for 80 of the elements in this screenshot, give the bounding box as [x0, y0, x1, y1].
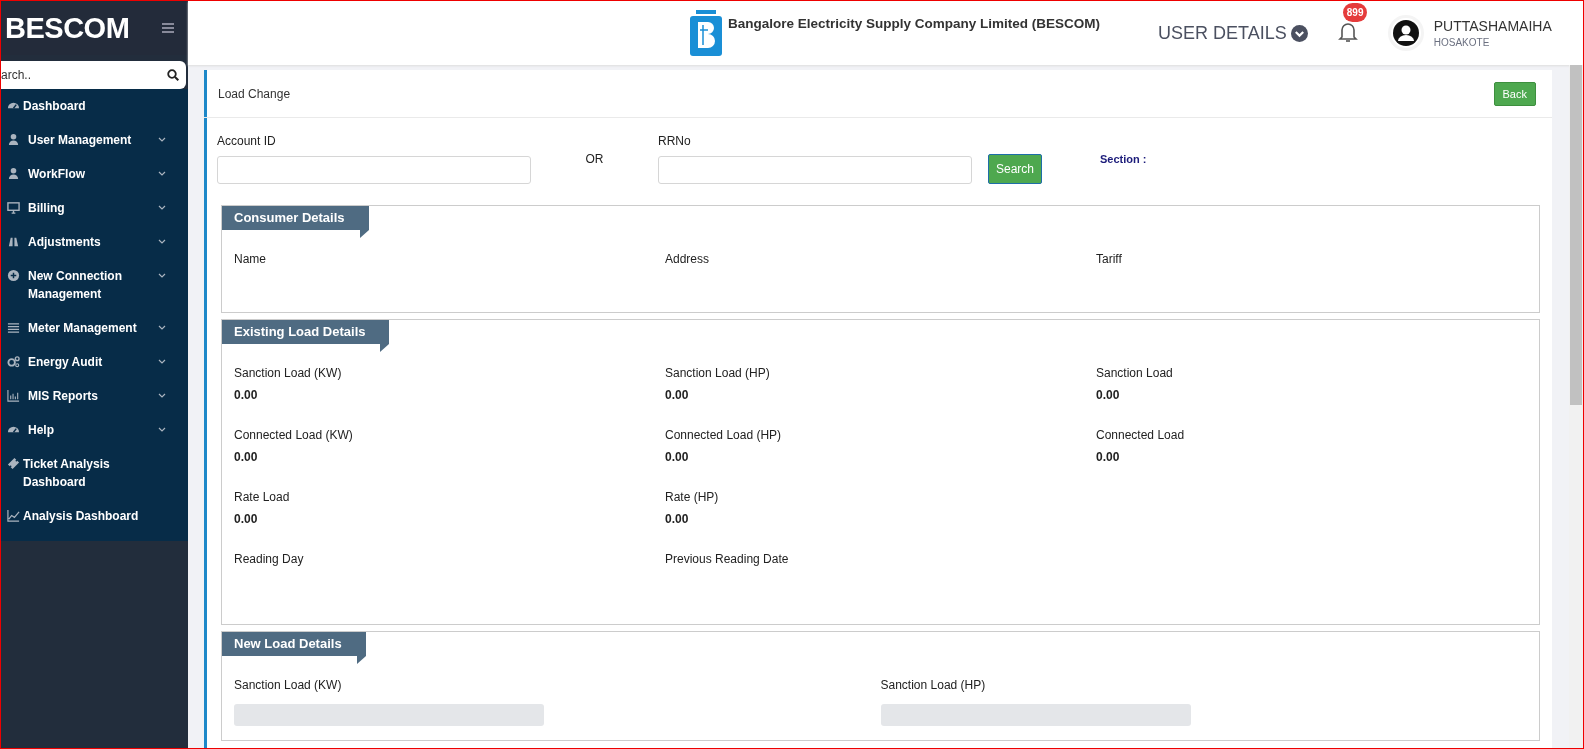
bars-icon [7, 389, 20, 402]
field-label: Connected Load (KW) [234, 428, 354, 442]
field-value: 0.00 [234, 512, 259, 526]
field-value: 0.00 [234, 450, 259, 464]
sidebar-item[interactable]: Analysis Dashboard [1, 499, 188, 533]
fold-icon [356, 656, 366, 664]
sidebar-item[interactable]: Ticket Analysis Dashboard [1, 447, 188, 499]
chevron-down-icon [158, 393, 166, 399]
chevron-down-icon [158, 171, 166, 177]
binoculars-icon [7, 235, 20, 248]
field-value: 0.00 [234, 388, 259, 402]
input-field[interactable] [880, 704, 1191, 726]
ticket-icon [7, 457, 20, 470]
search-field[interactable]: arch.. [1, 61, 186, 89]
brand-title: BESCOM [5, 11, 130, 45]
field-label: Name [234, 252, 267, 266]
notification-badge: 899 [1342, 3, 1368, 22]
sidebar-item[interactable]: WorkFlow [1, 157, 188, 191]
sidebar-item[interactable]: Dashboard [1, 89, 188, 123]
company-name: Bangalore Electricity Supply Company Limited (BESCOM) [728, 16, 1101, 31]
field-label: Address [665, 252, 711, 266]
line-icon [7, 509, 20, 522]
field-label: Sanction Load (KW) [234, 366, 343, 380]
menu-icon[interactable] [162, 23, 174, 33]
field-label: RRNo [658, 134, 692, 148]
chevron-down-icon [158, 239, 166, 245]
sidebar-item[interactable]: Adjustments [1, 225, 188, 259]
chevron-down-icon [158, 273, 166, 279]
search-icon[interactable] [167, 69, 179, 81]
user-icon [7, 167, 20, 180]
input-field[interactable] [234, 704, 544, 726]
sidebar-item[interactable]: New Connection Management [1, 259, 188, 311]
sidebar-item[interactable]: Help [1, 413, 188, 447]
field-label: Sanction Load [1096, 366, 1174, 380]
list-icon [7, 321, 20, 334]
sidebar-item[interactable]: Billing [1, 191, 188, 225]
field-label: Connected Load [1096, 428, 1186, 442]
chevron-down-icon [158, 359, 166, 365]
field-label: Sanction Load (KW) [234, 678, 343, 692]
field-label: Rate Load [234, 490, 291, 504]
page-title: Load Change [218, 86, 291, 101]
sidebar-item[interactable]: Energy Audit [1, 345, 188, 379]
section-label: Section : [1100, 153, 1148, 165]
field-label: Sanction Load (HP) [880, 678, 987, 692]
chevron-down-icon [158, 427, 166, 433]
field-label: Account ID [217, 134, 277, 148]
field-value: 0.00 [665, 512, 690, 526]
plus-icon [7, 269, 20, 282]
sidebar-item[interactable]: User Management [1, 123, 188, 157]
sidebar-item[interactable]: MIS Reports [1, 379, 188, 413]
fold-icon [380, 344, 390, 352]
user-location: HOSAKOTE [1433, 37, 1491, 48]
field-label: Tariff [1096, 252, 1123, 266]
account-id-field[interactable] [217, 156, 531, 184]
field-label: Connected Load (HP) [665, 428, 783, 442]
user-name: PUTTASHAMAIHA [1433, 18, 1552, 34]
company-logo [690, 10, 722, 56]
field-value: 0.00 [665, 450, 690, 464]
field-value: 0.00 [665, 388, 690, 402]
sidebar-item[interactable]: Meter Management [1, 311, 188, 345]
chevron-down-icon [158, 205, 166, 211]
field-label: Reading Day [234, 552, 305, 566]
or-label: OR [584, 152, 605, 166]
avatar-icon[interactable] [1387, 15, 1424, 51]
rrno-field[interactable] [658, 156, 972, 184]
chevron-down-icon [158, 137, 166, 143]
monitor-icon [7, 201, 20, 214]
user-details-dropdown[interactable]: USER DETAILS [1158, 22, 1308, 44]
user-icon [7, 133, 20, 146]
field-value: 0.00 [1096, 450, 1121, 464]
field-label: Previous Reading Date [665, 552, 790, 566]
field-label: Rate (HP) [665, 490, 720, 504]
field-label: Sanction Load (HP) [665, 366, 771, 380]
scrollbar[interactable] [1569, 65, 1583, 748]
fold-icon [359, 230, 369, 238]
gears-icon [7, 355, 20, 368]
chevron-down-icon [158, 325, 166, 331]
bell-icon[interactable] [1337, 21, 1358, 43]
field-value: 0.00 [1096, 388, 1121, 402]
chevron-down-icon [1290, 24, 1308, 42]
